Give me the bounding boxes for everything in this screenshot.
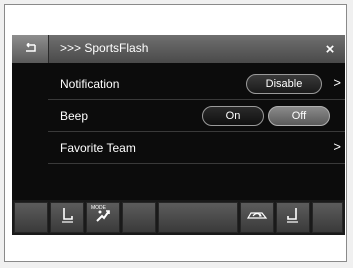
close-button[interactable]: × [315, 35, 345, 63]
back-arrow-icon [23, 40, 37, 58]
chevron-right-icon: > [333, 75, 341, 90]
page-title: >>> SportsFlash [60, 41, 149, 55]
favorite-team-label: Favorite Team [60, 141, 136, 155]
bottom-button-blank-2[interactable] [122, 202, 156, 233]
beep-on-label: On [225, 110, 241, 122]
beep-on-button[interactable]: On [202, 106, 264, 126]
list-item-notification[interactable]: Notification Disable > [48, 68, 345, 100]
notification-label: Notification [60, 77, 120, 91]
chevron-right-icon: > [333, 139, 341, 154]
passenger-seat-heat-button[interactable] [276, 202, 310, 233]
driver-seat-heat-icon [59, 206, 75, 229]
climate-bottom-bar: MODE [12, 200, 345, 235]
disable-button[interactable]: Disable [246, 74, 322, 94]
bottom-button-blank-3[interactable] [312, 202, 343, 233]
driver-seat-heat-button[interactable] [50, 202, 84, 233]
infotainment-screen: >>> SportsFlash × Notification Disable >… [12, 35, 345, 235]
beep-off-button[interactable]: Off [268, 106, 330, 126]
disable-button-label: Disable [265, 78, 303, 90]
recirculation-button[interactable] [240, 202, 274, 233]
recirculation-car-icon [246, 208, 268, 227]
mode-button[interactable]: MODE [86, 202, 120, 233]
bottom-button-blank-1[interactable] [14, 202, 48, 233]
close-icon: × [325, 40, 335, 58]
back-button[interactable] [12, 35, 49, 63]
title-bar: >>> SportsFlash × [12, 35, 345, 63]
mode-label: MODE [91, 205, 106, 211]
list-item-favorite-team[interactable]: Favorite Team > [48, 132, 345, 164]
passenger-seat-heat-icon [285, 206, 301, 229]
beep-off-label: Off [291, 110, 307, 122]
list-item-beep: Beep On Off [48, 100, 345, 132]
bottom-button-blank-wide[interactable] [158, 202, 238, 233]
beep-label: Beep [60, 109, 89, 123]
